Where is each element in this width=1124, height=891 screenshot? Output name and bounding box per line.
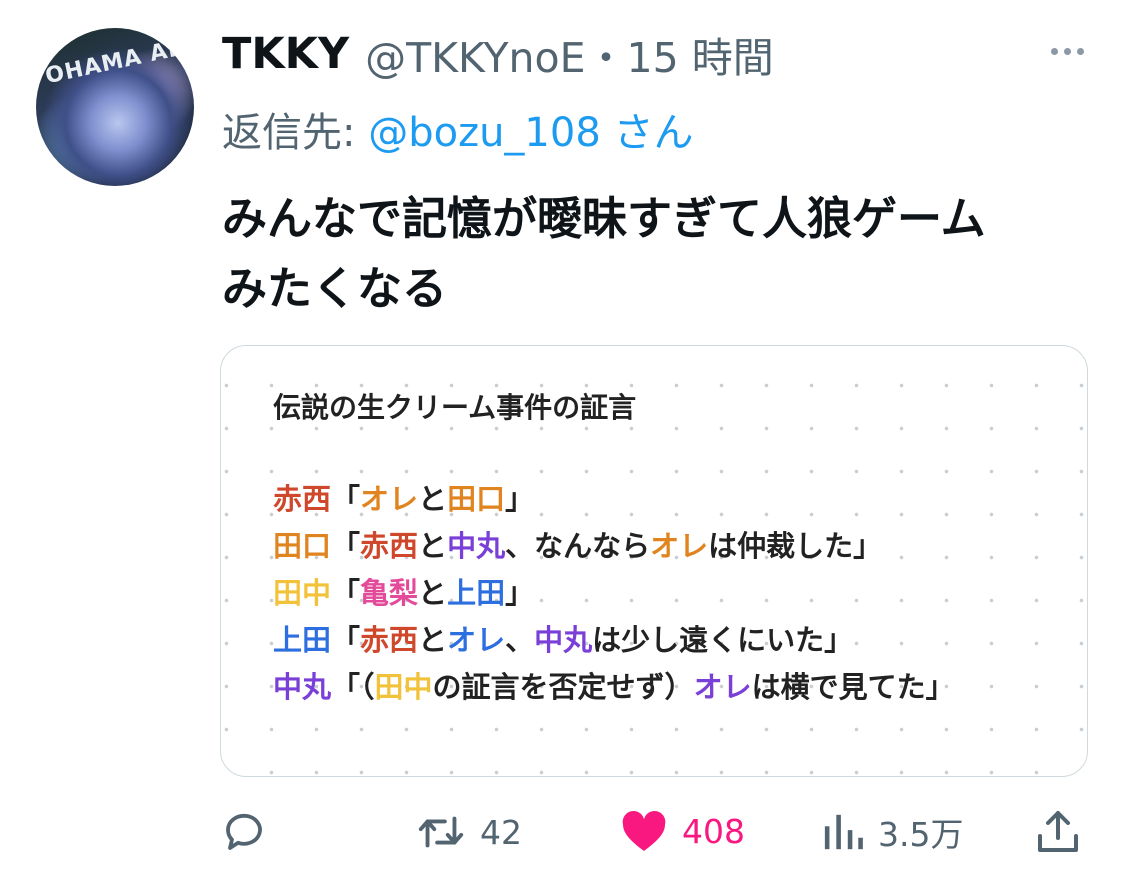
tweet-text-line: みたくなる [222, 262, 448, 315]
reply-icon [226, 813, 262, 850]
avatar[interactable]: OHAMA ARE [36, 28, 194, 186]
testimony-segment: と [418, 529, 448, 563]
testimony-segment: 「（ [331, 670, 375, 704]
reply-button[interactable] [220, 808, 268, 856]
testimony-segment: 田口 [447, 482, 506, 516]
testimony-segment: と [418, 482, 448, 516]
testimony-line: 田口「赤西と中丸、なんならオレは仲裁した」 [273, 523, 882, 565]
testimony-segment: 上田 [273, 623, 332, 657]
share-icon [1038, 811, 1078, 852]
testimony-segment: 赤西 [360, 529, 419, 563]
avatar-text: OHAMA ARE [43, 31, 194, 90]
testimony-line: 上田「赤西とオレ、中丸は少し遠くにいた」 [273, 617, 853, 659]
testimony-segment: と [418, 576, 448, 610]
testimony-segment: は仲裁した」 [708, 529, 883, 563]
replying-to: 返信先: @bozu_108 さん [222, 100, 693, 158]
testimony-line: 田中「亀梨と上田」 [273, 570, 534, 612]
handle-and-time[interactable]: @TKKYnoE・15 時間 [365, 24, 774, 84]
testimony-segment: オレ [360, 482, 419, 516]
tweet-header: TKKY @TKKYnoE・15 時間 [222, 22, 774, 86]
testimony-segment: 上田 [447, 576, 506, 610]
heart-icon [622, 810, 666, 851]
like-count: 408 [682, 811, 745, 851]
retweet-button[interactable]: 42 [416, 808, 522, 856]
testimony-segment: 」 [505, 482, 535, 516]
testimony-segment: 亀梨 [360, 576, 419, 610]
views-icon [824, 814, 863, 850]
testimony-segment: 「 [331, 576, 361, 610]
testimony-segment: 中丸 [447, 529, 506, 563]
attached-image[interactable]: 伝説の生クリーム事件の証言 赤西「オレと田口」 田口「赤西と中丸、なんならオレは… [220, 345, 1088, 777]
like-button[interactable]: 408 [620, 808, 745, 854]
testimony-segment: と [418, 623, 448, 657]
retweet-icon [418, 816, 464, 848]
more-icon[interactable] [1051, 48, 1084, 55]
retweet-count: 42 [480, 812, 522, 852]
testimony-segment: は少し遠くにいた」 [592, 623, 854, 657]
view-count: 3.5万 [878, 815, 964, 854]
testimony-segment: 「 [331, 623, 361, 657]
testimony-segment: は横で見てた」 [751, 670, 955, 704]
reply-mention[interactable]: @bozu_108 さん [368, 110, 693, 156]
more-dot [1051, 48, 1058, 55]
display-name[interactable]: TKKY [222, 29, 349, 79]
testimony-segment: オレ [447, 623, 506, 657]
testimony-segment: 、 [505, 623, 535, 657]
testimony-segment: 「 [331, 482, 361, 516]
testimony-segment: 赤西 [360, 623, 419, 657]
testimony-segment: 「 [331, 529, 361, 563]
tweet-text: みんなで記憶が曖昧すぎて人狼ゲーム みたくなる [222, 184, 1092, 324]
action-bar: 42 408 3.5万 [0, 800, 1124, 864]
testimony-segment: オレ [693, 670, 752, 704]
more-dot [1077, 48, 1084, 55]
testimony-segment: 中丸 [534, 623, 593, 657]
more-dot [1064, 48, 1071, 55]
testimony-segment: 中丸 [273, 670, 332, 704]
testimony-segment: 」 [505, 576, 535, 610]
testimony-segment: 赤西 [273, 482, 332, 516]
testimony-line: 中丸「（田中の証言を否定せず）オレは横で見てた」 [273, 664, 955, 706]
testimony-segment: の証言を否定せず） [432, 670, 694, 704]
tweet-text-line: みんなで記憶が曖昧すぎて人狼ゲーム [222, 192, 986, 245]
card-title: 伝説の生クリーム事件の証言 [273, 391, 637, 424]
testimony-segment: 田中 [273, 576, 332, 610]
testimony-segment: 田中 [374, 670, 433, 704]
testimony-segment: 、なんなら [505, 529, 651, 563]
share-button[interactable] [1036, 808, 1080, 856]
testimony-segment: オレ [650, 529, 709, 563]
testimony-line: 赤西「オレと田口」 [273, 476, 534, 518]
reply-prefix: 返信先: [222, 110, 369, 156]
views-button[interactable]: 3.5万 [822, 808, 963, 856]
testimony-segment: 田口 [273, 529, 332, 563]
